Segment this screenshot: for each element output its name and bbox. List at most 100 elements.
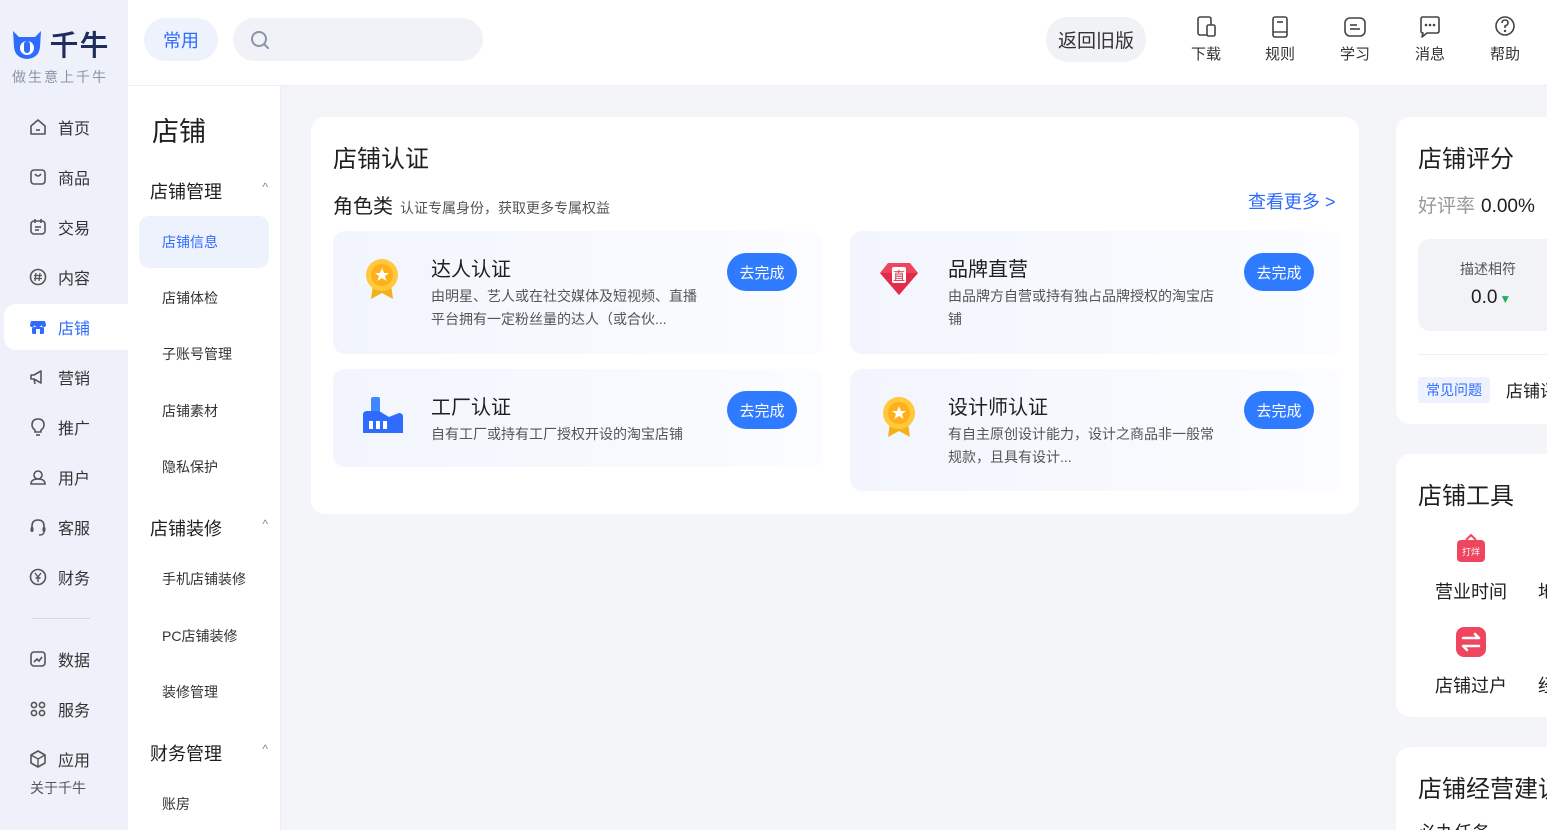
rail-item-label: 推广 [58,421,91,438]
search-icon [251,31,269,49]
submenu-item[interactable]: 装修管理 [139,666,269,718]
submenu-item[interactable]: 子账号管理 [139,328,269,380]
rail-item-label: 用户 [58,471,91,488]
view-more-link[interactable]: 查看更多 > [1248,188,1336,214]
rail-item[interactable]: 营销 [4,354,128,400]
rail-item-label: 内容 [58,271,91,288]
user-icon [28,467,48,487]
help-icon [1495,16,1515,36]
description-match-value: 0.0 ▼ [1471,287,1511,309]
description-match-box[interactable]: 描述相符 0.0 ▼ [1418,239,1547,331]
submenu-item[interactable]: 隐私保护 [139,441,269,493]
diamond-icon: 直 [876,255,922,301]
certification-category-desc: 认证专属身份，获取更多专属权益 [400,200,610,216]
top-action-label: 规则 [1264,46,1295,63]
left-rail: 千牛 做生意上千牛 首页 商品 交易 内容 店铺 营销 推广 用户 客服 财务 数据 服务 应用 关于千… [0,0,128,830]
trade-icon [28,217,48,237]
submenu-item[interactable]: 店铺信息 [139,216,269,268]
shop-certification-card: 店铺认证 角色类 认证专属身份，获取更多专属权益 查看更多 > 达人认证 由明星… [311,117,1359,514]
down-arrow-icon: ▼ [1499,292,1512,306]
complete-button[interactable]: 去完成 [727,391,797,429]
rail-item[interactable]: 服务 [4,686,128,732]
submenu-group[interactable]: 财务管理 ^ [150,740,268,766]
cert-tile-brand: 直 品牌直营 由品牌方自营或持有独占品牌授权的淘宝店铺 去完成 [850,231,1340,354]
rail-item[interactable]: 首页 [4,104,128,150]
tile-desc: 由品牌方自营或持有独占品牌授权的淘宝店铺 [948,288,1214,327]
return-old-version-button[interactable]: 返回旧版 [1046,17,1146,62]
box-icon [28,749,48,769]
open-sign-icon: 打烊 [1457,533,1485,562]
faq-link[interactable]: 店铺评 [1506,377,1547,402]
tool-business-hours[interactable]: 打烊 营业时间 [1421,532,1521,604]
message-icon [1420,16,1440,38]
tool-label: 营业时间 [1435,582,1507,602]
submenu-group[interactable]: 店铺管理 ^ [150,178,268,204]
complete-button[interactable]: 去完成 [727,253,797,291]
rail-item[interactable]: 店铺 [4,304,128,350]
rail-item[interactable]: 用户 [4,454,128,500]
common-button[interactable]: 常用 [144,18,218,61]
submenu-item[interactable]: 账房 [139,778,269,830]
shop-tools-card: 店铺工具 打烊 营业时间 店铺过户 地 经 [1396,454,1547,717]
search-input[interactable] [233,18,483,61]
top-action-label: 帮助 [1489,46,1520,63]
app-logo[interactable]: 千牛 [10,24,110,64]
score-title: 店铺评分 [1418,146,1514,173]
content-icon [28,267,48,287]
rail-item-label: 营销 [58,371,91,388]
rail-item[interactable]: 财务 [4,554,128,600]
description-match-label: 描述相符 [1460,261,1516,277]
rail-item-label: 财务 [58,571,91,588]
tool-label-clipped[interactable]: 经 [1538,672,1547,698]
rail-item[interactable]: 数据 [4,636,128,682]
shop-score-card: 店铺评分 好评率0.00% 描述相符 0.0▼ 常见问题 店铺评 [1396,117,1547,424]
submenu-title: 店铺 [152,117,206,147]
divider [1418,354,1547,355]
cert-tile-factory: 工厂认证 自有工厂或持有工厂授权开设的淘宝店铺 去完成 [333,369,823,467]
tile-name: 工厂认证 [431,397,511,419]
shop-advice-card: 店铺经营建议 必办任务 [1396,747,1547,830]
certification-category: 角色类 [333,196,393,218]
top-action-label: 下载 [1190,46,1221,63]
svg-text:直: 直 [893,269,905,283]
rail-item[interactable]: 商品 [4,154,128,200]
rail-item[interactable]: 推广 [4,404,128,450]
logo-slogan: 做生意上千牛 [12,69,108,85]
top-action-label: 学习 [1339,46,1370,63]
rail-item[interactable]: 内容 [4,254,128,300]
submenu-group[interactable]: 店铺装修 ^ [150,515,268,541]
submenu-item[interactable]: 店铺素材 [139,385,269,437]
submenu-item[interactable]: 店铺体检 [139,272,269,324]
tool-label: 店铺过户 [1435,676,1507,696]
submenu-item[interactable]: PC店铺装修 [139,610,269,662]
medal-icon [359,255,405,301]
rail-item[interactable]: 客服 [4,504,128,550]
tool-label-clipped[interactable]: 地 [1538,578,1547,604]
top-action-button[interactable]: 下载 [1181,14,1231,70]
tool-shop-transfer[interactable]: 店铺过户 [1421,626,1521,698]
home-icon [28,117,48,137]
about-link[interactable]: 关于千牛 [30,778,86,798]
positive-rate: 好评率 0.00% [1418,191,1535,218]
grid-icon [28,699,48,719]
positive-rate-value: 0.00% [1481,196,1535,217]
submenu-item[interactable]: 手机店铺装修 [139,553,269,605]
rail-item-label: 服务 [58,703,91,720]
rail-item-label: 首页 [58,121,91,138]
top-action-button[interactable]: 学习 [1330,14,1380,70]
complete-button[interactable]: 去完成 [1244,253,1314,291]
top-action-button[interactable]: 帮助 [1480,14,1530,70]
medal-icon [876,393,922,439]
tile-desc: 自有工厂或持有工厂授权开设的淘宝店铺 [431,426,683,442]
positive-rate-label: 好评率 [1418,196,1476,217]
svg-text:打烊: 打烊 [1462,546,1480,558]
rail-item-label: 数据 [58,653,91,670]
top-action-button[interactable]: 消息 [1405,14,1455,70]
cert-tile-designer: 设计师认证 有自主原创设计能力，设计之商品非一般常规款，且具有设计... 去完成 [850,369,1340,491]
complete-button[interactable]: 去完成 [1244,391,1314,429]
factory-icon [359,393,405,439]
rail-item-label: 交易 [58,221,91,238]
shop-icon [28,317,48,337]
rail-item[interactable]: 交易 [4,204,128,250]
top-action-button[interactable]: 规则 [1255,14,1305,70]
